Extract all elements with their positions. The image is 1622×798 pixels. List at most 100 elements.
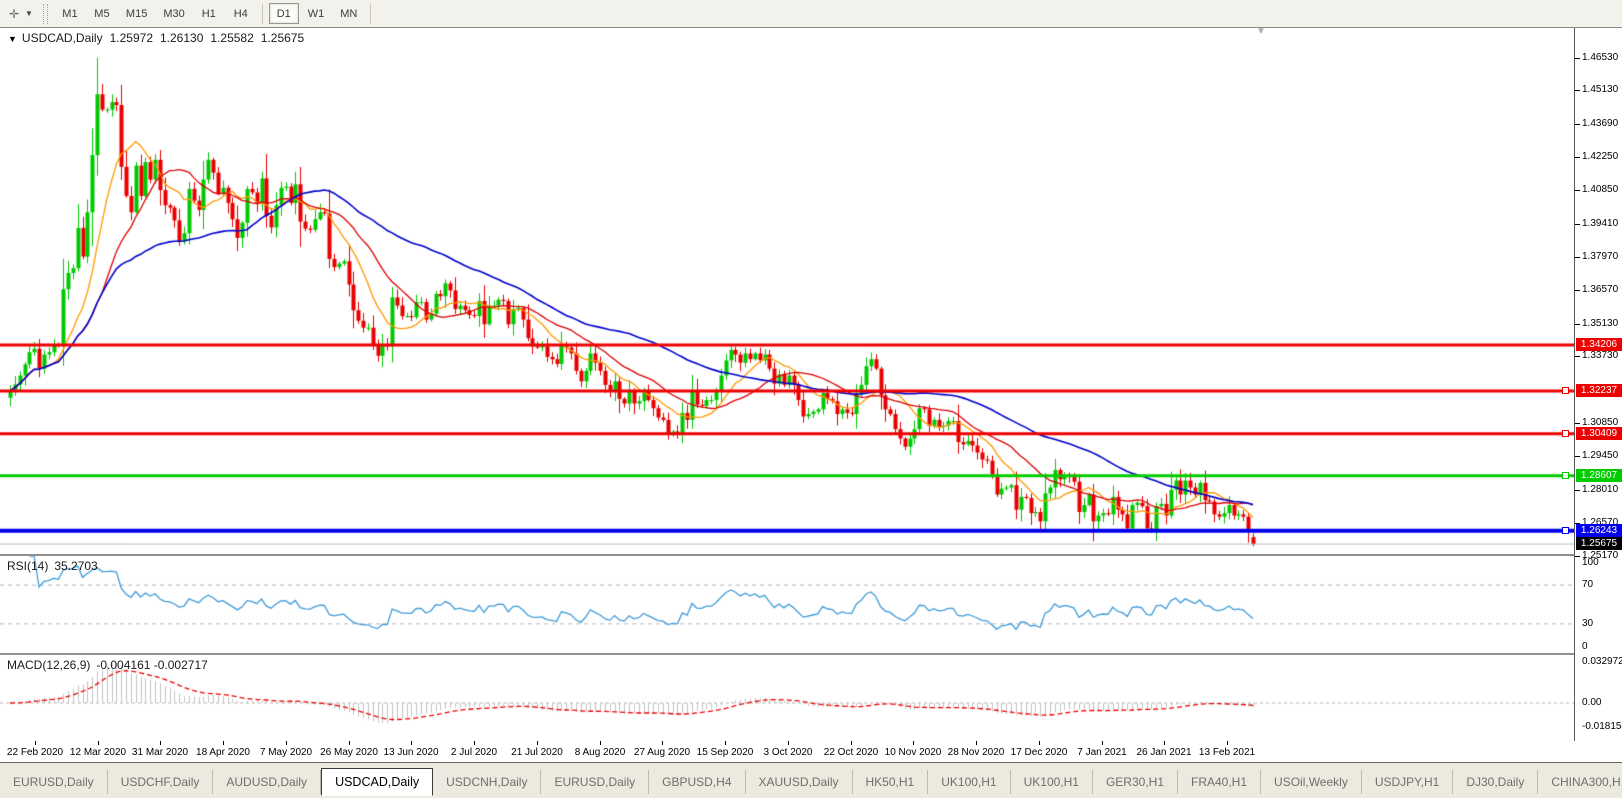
chart-tab-uk100-h1[interactable]: UK100,H1 [928,770,1011,794]
mt4-window: ✛ ▼ M1 M5 M15 M30 H1 H4 D1 W1 MN ▼ USDCAD,Daily 1.… [0,0,1622,798]
chevron-down-icon[interactable]: ▼ [25,9,33,18]
chart-tab-usdcad-daily[interactable]: USDCAD,Daily [321,768,434,796]
macd-level-label: -0.018154 [1582,721,1622,732]
date-tick-mark [913,741,914,745]
hline-drag-handle[interactable] [1562,387,1569,394]
date-tick-mark [411,741,412,745]
price-tick-label: 1.46530 [1582,52,1619,63]
price-tick-mark [1575,257,1580,258]
date-tick-mark [537,741,538,745]
date-tick-mark [349,741,350,745]
rsi-level-label: 0 [1582,641,1588,652]
date-tick-mark [600,741,601,745]
hline-drag-handle[interactable] [1562,472,1569,479]
date-tick-mark [35,741,36,745]
price-tick-mark [1575,324,1580,325]
price-tick-mark [1575,224,1580,225]
chart-tab-xauusd-daily[interactable]: XAUUSD,Daily [746,770,853,794]
rsi-indicator-label: RSI(14) 35.2703 [7,559,98,573]
hline-drag-handle[interactable] [1562,527,1569,534]
chart-tab-audusd-daily[interactable]: AUDUSD,Daily [213,770,322,794]
price-tick-mark [1575,556,1580,557]
date-tick-label: 18 Apr 2020 [196,747,250,758]
price-chart-canvas[interactable] [0,28,1574,554]
price-axis[interactable]: 1.46530 1.45130 1.43690 1.42250 1.40850 1.394… [1574,28,1622,741]
date-tick-label: 26 Jan 2021 [1136,747,1192,758]
price-tick-label: 1.43690 [1582,118,1619,129]
price-tick-mark [1575,456,1580,457]
timeframe-button-m1[interactable]: M1 [55,3,85,24]
timeframe-button-m15[interactable]: M15 [119,3,154,24]
timeframe-button-d1[interactable]: D1 [268,3,299,24]
chart-tab-uk100-h1[interactable]: UK100,H1 [1011,770,1093,794]
date-tick-mark [976,741,977,745]
macd-level-label: 0.032972 [1582,656,1622,667]
chart-tab-gbpusd-h4[interactable]: GBPUSD,H4 [649,770,746,794]
price-tick-mark [1575,124,1580,125]
date-tick-label: 26 May 2020 [320,747,378,758]
rsi-level-label: 70 [1582,579,1594,590]
chart-ohlc-header: ▼ USDCAD,Daily 1.25972 1.26130 1.25582 1.2567… [8,31,304,45]
chart-area: ▼ USDCAD,Daily 1.25972 1.26130 1.25582 1.2567… [0,26,1622,741]
hline-drag-handle[interactable] [1562,430,1569,437]
date-tick-label: 28 Nov 2020 [947,747,1005,758]
chart-tab-fra40-h1[interactable]: FRA40,H1 [1178,770,1262,794]
date-tick-mark [223,741,224,745]
chart-tab-bar: EURUSD,Daily USDCHF,Daily AUDUSD,Daily USDC… [0,763,1622,798]
chart-tab-usoil-weekly[interactable]: USOil,Weekly [1261,770,1362,794]
macd-chart-canvas[interactable] [0,655,1574,741]
timeframe-button-m30[interactable]: M30 [156,3,191,24]
date-tick-label: 12 Mar 2020 [69,747,127,758]
chart-tab-usdcnh-daily[interactable]: USDCNH,Daily [433,770,542,794]
price-level-tag: 1.25675 [1576,537,1622,550]
date-tick-label: 7 Jan 2021 [1077,747,1127,758]
date-tick-label: 2 Jul 2020 [450,747,498,758]
date-tick-label: 22 Oct 2020 [823,747,879,758]
timeframe-toolbar: ✛ ▼ M1 M5 M15 M30 H1 H4 D1 W1 MN [0,0,1622,28]
price-tick-mark [1575,356,1580,357]
chart-shift-marker-icon[interactable]: ▼ [1256,26,1266,37]
date-tick-mark [1227,741,1228,745]
date-tick-label: 3 Oct 2020 [763,747,813,758]
timeframe-button-h1[interactable]: H1 [194,3,224,24]
price-tick-mark [1575,58,1580,59]
macd-name: MACD(12,26,9) [7,658,91,672]
chart-tab-dj30-daily[interactable]: DJ30,Daily [1453,770,1539,794]
toolbar-drag-handle[interactable] [42,3,48,24]
chart-tab-eurusd-daily[interactable]: EURUSD,Daily [541,770,650,794]
symbol-caret-icon[interactable]: ▼ [8,34,17,44]
price-tick-label: 1.33730 [1582,350,1619,361]
rsi-chart-canvas[interactable] [0,556,1574,653]
date-axis[interactable]: 22 Feb 2020 12 Mar 2020 31 Mar 2020 18 Apr … [0,741,1622,763]
price-tick-mark [1575,490,1580,491]
price-level-tag: 1.30409 [1576,427,1622,440]
date-tick-label: 17 Dec 2020 [1010,747,1068,758]
timeframe-button-m5[interactable]: M5 [87,3,117,24]
price-tick-mark [1575,157,1580,158]
date-tick-label: 21 Jul 2020 [511,747,563,758]
chart-tab-eurusd-daily[interactable]: EURUSD,Daily [0,770,108,794]
date-tick-mark [1039,741,1040,745]
price-tick-label: 1.42250 [1582,151,1619,162]
price-level-tag: 1.32237 [1576,384,1622,397]
price-tick-mark [1575,90,1580,91]
chart-tab-china300-h1[interactable]: CHINA300,H1 [1538,770,1622,794]
timeframe-button-w1[interactable]: W1 [301,3,332,24]
timeframe-button-mn[interactable]: MN [333,3,364,24]
price-tick-label: 1.35130 [1582,318,1619,329]
toolbar-separator [370,3,372,24]
timeframe-button-h4[interactable]: H4 [226,3,256,24]
date-tick-label: 7 May 2020 [259,747,313,758]
chart-cursor-icon[interactable]: ✛ [4,4,24,24]
price-tick-label: 1.28010 [1582,484,1619,495]
open-value: 1.25972 [109,31,153,45]
chart-tab-usdchf-daily[interactable]: USDCHF,Daily [108,770,214,794]
chart-tab-usdjpy-h1[interactable]: USDJPY,H1 [1362,770,1454,794]
chart-tab-hk50-h1[interactable]: HK50,H1 [853,770,929,794]
rsi-level-label: 100 [1582,557,1599,568]
price-tick-mark [1575,190,1580,191]
price-level-tag: 1.28607 [1576,469,1622,482]
date-tick-mark [788,741,789,745]
date-tick-mark [662,741,663,745]
chart-tab-ger30-h1[interactable]: GER30,H1 [1093,770,1178,794]
